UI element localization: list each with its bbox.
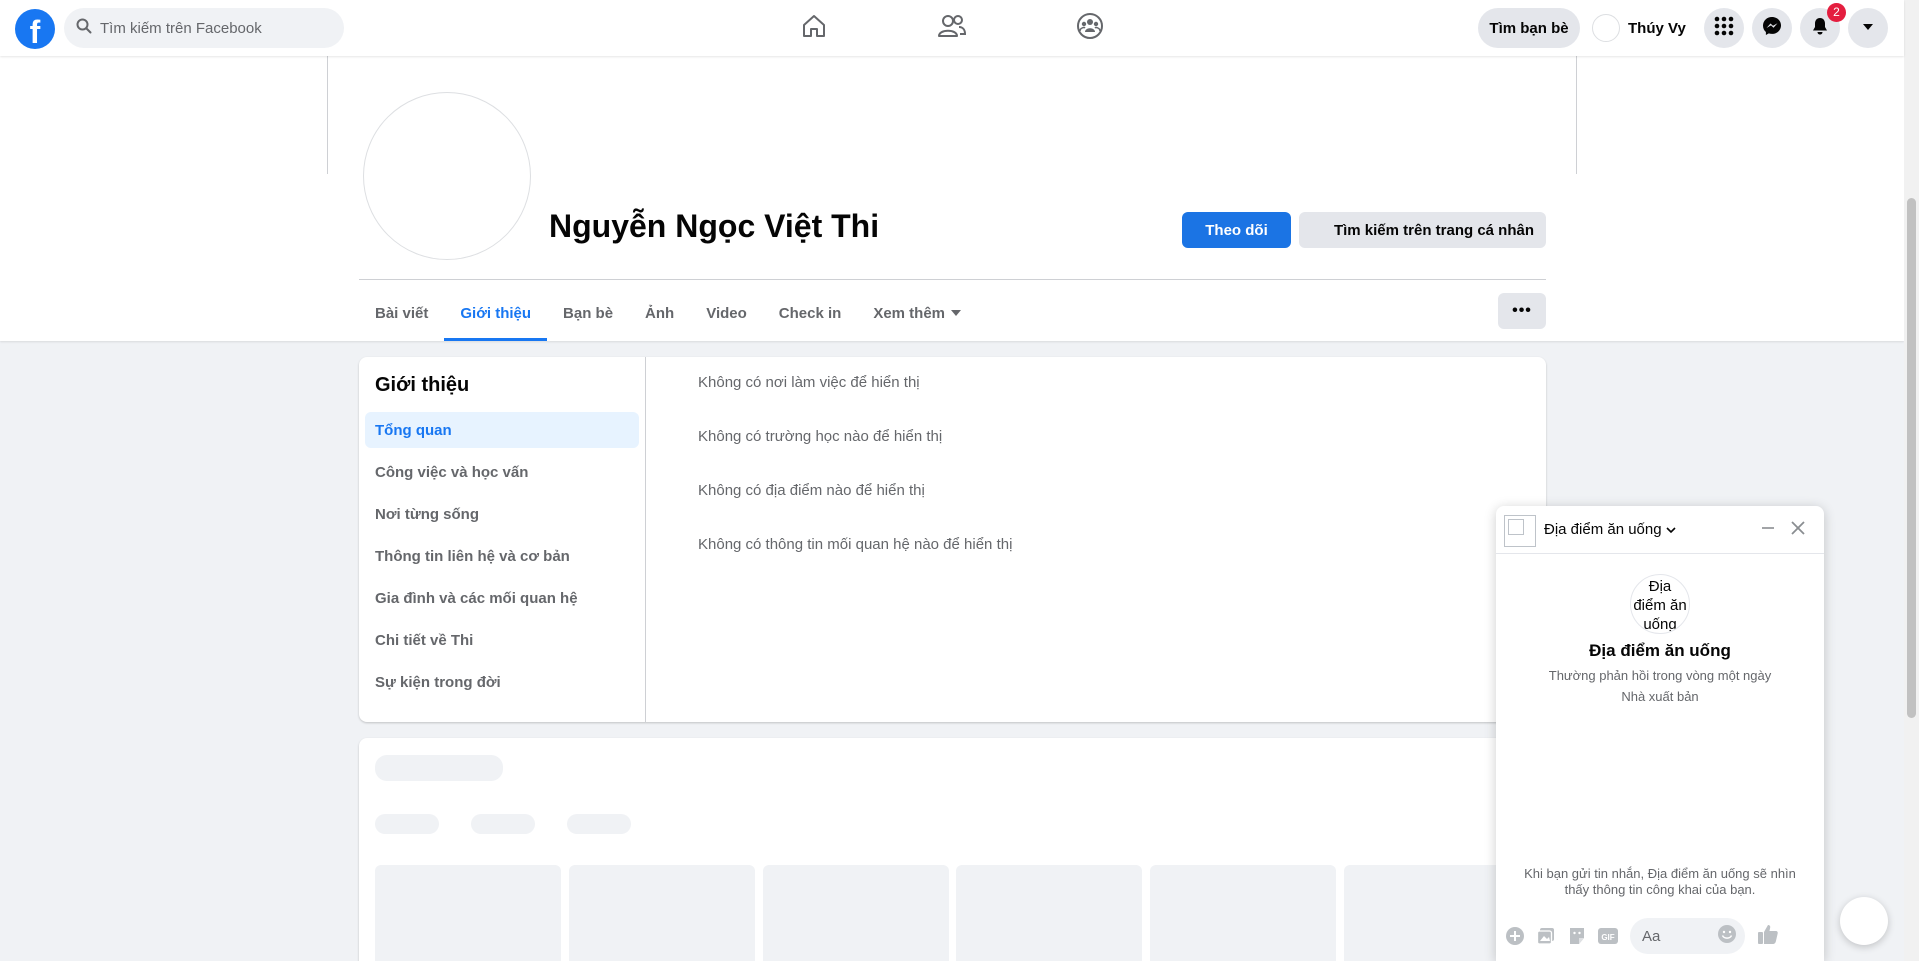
profile-header: Nguyễn Ngọc Việt Thi Theo dõi Tìm kiếm t… (0, 56, 1904, 341)
about-menu-family-relationships[interactable]: Gia đình và các mối quan hệ (365, 580, 639, 616)
divider (359, 279, 1546, 280)
no-workplace-text: Không có nơi làm việc để hiển thị (698, 374, 920, 391)
facebook-logo[interactable]: f (15, 9, 55, 49)
scrollbar[interactable] (1904, 0, 1919, 961)
search-icon (76, 18, 92, 39)
notifications-button[interactable]: 2 (1800, 3, 1846, 48)
cover-photo-border (327, 56, 328, 174)
plus-circle-icon[interactable] (1504, 925, 1526, 947)
chat-header: Địa điểm ăn uống (1496, 506, 1824, 554)
thumbs-up-icon[interactable] (1757, 923, 1779, 950)
cover-photo-border (1576, 56, 1577, 174)
more-options-button[interactable]: ••• (1498, 293, 1546, 329)
groups-icon (1075, 11, 1105, 46)
chat-page-name: Địa điểm ăn uống (1544, 521, 1662, 538)
close-icon (1790, 520, 1806, 541)
message-input-placeholder: Aa (1642, 927, 1661, 945)
top-navigation-bar: f Tìm bạn bè Thúy Vy (0, 0, 1904, 56)
tab-friends[interactable]: Bạn bè (547, 285, 629, 341)
gif-label: GIF (1601, 933, 1614, 942)
about-section: Giới thiệu Tổng quan Công việc và học vấ… (359, 357, 1546, 722)
search-box[interactable] (64, 8, 344, 48)
chat-page-title: Địa điểm ăn uống (1589, 641, 1731, 660)
messenger-icon (1762, 16, 1782, 41)
emoji-icon[interactable] (1717, 924, 1737, 948)
photo-icon[interactable] (1535, 925, 1557, 947)
skeleton-tile (763, 865, 949, 961)
tab-more-label: Xem thêm (873, 304, 946, 322)
account-menu-button[interactable] (1848, 8, 1888, 48)
notification-badge: 2 (1827, 3, 1846, 22)
about-menu-details[interactable]: Chi tiết về Thi (365, 622, 639, 658)
tab-posts[interactable]: Bài viết (359, 285, 444, 341)
about-menu-work-education[interactable]: Công việc và học vấn (365, 454, 639, 490)
about-menu-life-events[interactable]: Sự kiện trong đời (365, 664, 639, 700)
skeleton-tile (1150, 865, 1336, 961)
menu-button[interactable] (1704, 8, 1744, 48)
profile-avatar[interactable] (363, 92, 531, 260)
friends-nav-button[interactable] (896, 8, 1008, 48)
skeleton-bar (375, 814, 439, 834)
profile-name: Nguyễn Ngọc Việt Thi (549, 208, 880, 244)
skeleton-bar (471, 814, 535, 834)
profile-tabs: Bài viết Giới thiệu Bạn bè Ảnh Video Che… (359, 285, 977, 341)
caret-down-icon (951, 310, 962, 316)
scrollbar-thumb[interactable] (1907, 198, 1916, 718)
grid-menu-icon (1714, 16, 1734, 41)
chat-page-avatar[interactable]: Địa điểm ăn uống (1630, 574, 1690, 634)
skeleton-tile (956, 865, 1142, 961)
about-menu-contact-basic-info[interactable]: Thông tin liên hệ và cơ bản (365, 538, 639, 574)
search-input[interactable] (100, 19, 320, 37)
close-chat-button[interactable] (1786, 518, 1810, 542)
chevron-down-icon (1861, 19, 1875, 37)
skeleton-bar (567, 814, 631, 834)
tab-photos[interactable]: Ảnh (629, 285, 690, 341)
chat-page-thumbnail[interactable] (1504, 515, 1536, 547)
chat-window: Địa điểm ăn uống Địa điểm ăn uống Địa đi… (1496, 506, 1824, 961)
about-sidebar: Giới thiệu Tổng quan Công việc và học vấ… (359, 357, 646, 722)
search-profile-button[interactable]: Tìm kiếm trên trang cá nhân (1299, 212, 1546, 248)
find-friends-button[interactable]: Tìm bạn bè (1478, 8, 1580, 48)
minimize-icon (1760, 520, 1776, 541)
skeleton-bar (375, 755, 503, 781)
tab-videos[interactable]: Video (690, 285, 763, 341)
loading-placeholder-card (359, 738, 1546, 961)
chevron-down-icon (1666, 521, 1676, 538)
tab-about[interactable]: Giới thiệu (444, 285, 547, 341)
about-title: Giới thiệu (375, 374, 470, 396)
user-name: Thúy Vy (1628, 19, 1686, 37)
about-overview-content: Không có nơi làm việc để hiển thị Không … (698, 374, 1012, 590)
friends-icon (937, 12, 967, 45)
follow-button[interactable]: Theo dõi (1182, 212, 1291, 248)
no-school-text: Không có trường học nào để hiển thị (698, 428, 943, 445)
bell-icon (1810, 16, 1830, 41)
sticker-icon[interactable] (1566, 925, 1588, 947)
chat-page-name-button[interactable]: Địa điểm ăn uống (1544, 521, 1676, 538)
minimize-chat-button[interactable] (1756, 518, 1780, 542)
home-icon (800, 12, 828, 45)
no-relationship-text: Không có thông tin mối quan hệ nào để hi… (698, 536, 1013, 553)
no-location-text: Không có địa điểm nào để hiển thị (698, 482, 925, 499)
home-nav-button[interactable] (758, 8, 870, 48)
avatar (1592, 14, 1620, 42)
message-input[interactable]: Aa (1630, 918, 1745, 954)
chat-privacy-notice: Khi bạn gửi tin nhắn, Địa điểm ăn uống s… (1524, 866, 1796, 897)
about-menu-overview[interactable]: Tổng quan (365, 412, 639, 448)
skeleton-tile (375, 865, 561, 961)
profile-shortcut[interactable]: Thúy Vy (1586, 8, 1698, 48)
tab-more[interactable]: Xem thêm (857, 285, 977, 341)
chat-response-time: Thường phản hồi trong vòng một ngày (1548, 668, 1772, 683)
new-message-button[interactable] (1840, 897, 1888, 945)
messenger-button[interactable] (1752, 8, 1792, 48)
tab-check-ins[interactable]: Check in (763, 285, 858, 341)
groups-nav-button[interactable] (1034, 8, 1146, 48)
chat-composer: GIF Aa (1496, 911, 1824, 961)
about-menu-places-lived[interactable]: Nơi từng sống (365, 496, 639, 532)
skeleton-tile (569, 865, 755, 961)
about-menu: Tổng quan Công việc và học vấn Nơi từng … (365, 412, 639, 706)
chat-page-category: Nhà xuất bản (1621, 689, 1699, 704)
gif-icon[interactable]: GIF (1597, 925, 1619, 947)
